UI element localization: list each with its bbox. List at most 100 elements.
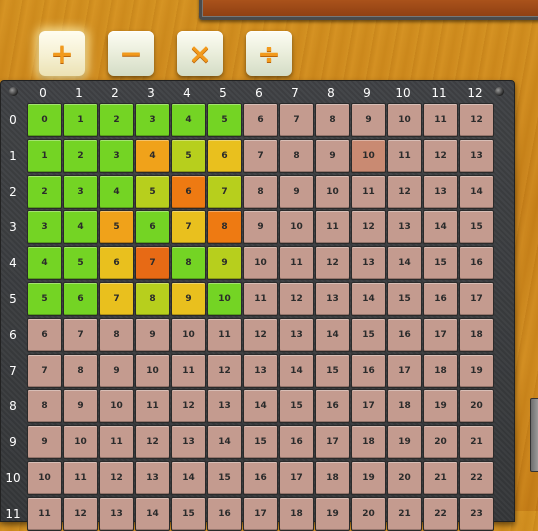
- sum-cell[interactable]: 2: [27, 174, 62, 209]
- sum-cell[interactable]: 18: [279, 496, 314, 531]
- sum-cell[interactable]: 11: [171, 353, 206, 388]
- sum-cell[interactable]: 7: [243, 138, 278, 173]
- subtract-operator-button[interactable]: −: [108, 31, 154, 76]
- sum-cell[interactable]: 6: [99, 246, 134, 281]
- sum-cell[interactable]: 14: [135, 496, 170, 531]
- sum-cell[interactable]: 10: [387, 103, 422, 137]
- sum-cell[interactable]: 17: [351, 389, 386, 424]
- sum-cell[interactable]: 13: [243, 353, 278, 388]
- sum-cell[interactable]: 20: [423, 425, 458, 460]
- sum-cell[interactable]: 5: [171, 138, 206, 173]
- sum-cell[interactable]: 13: [207, 389, 242, 424]
- sum-cell[interactable]: 9: [171, 282, 206, 316]
- sum-cell[interactable]: 14: [315, 317, 350, 352]
- sum-cell[interactable]: 7: [99, 282, 134, 316]
- sum-cell[interactable]: 16: [243, 461, 278, 495]
- sum-cell[interactable]: 18: [423, 353, 458, 388]
- sum-cell[interactable]: 10: [27, 461, 62, 495]
- sum-cell[interactable]: 17: [459, 282, 494, 316]
- sum-cell[interactable]: 3: [27, 210, 62, 245]
- sum-cell[interactable]: 13: [279, 317, 314, 352]
- sum-cell[interactable]: 10: [63, 425, 98, 460]
- sum-cell[interactable]: 13: [351, 246, 386, 281]
- sum-cell[interactable]: 1: [27, 138, 62, 173]
- sum-cell[interactable]: 12: [459, 103, 494, 137]
- sum-cell[interactable]: 7: [27, 353, 62, 388]
- sum-cell[interactable]: 15: [315, 353, 350, 388]
- sum-cell[interactable]: 11: [207, 317, 242, 352]
- sum-cell[interactable]: 13: [423, 174, 458, 209]
- sum-cell[interactable]: 13: [99, 496, 134, 531]
- sum-cell[interactable]: 11: [63, 461, 98, 495]
- sum-cell[interactable]: 15: [387, 282, 422, 316]
- divide-operator-button[interactable]: ÷: [246, 31, 292, 76]
- sum-cell[interactable]: 15: [459, 210, 494, 245]
- sum-cell[interactable]: 13: [135, 461, 170, 495]
- sum-cell[interactable]: 12: [243, 317, 278, 352]
- sum-cell[interactable]: 20: [351, 496, 386, 531]
- sum-cell[interactable]: 4: [135, 138, 170, 173]
- sum-cell[interactable]: 19: [423, 389, 458, 424]
- sum-cell[interactable]: 7: [63, 317, 98, 352]
- sum-cell[interactable]: 9: [27, 425, 62, 460]
- sum-cell[interactable]: 8: [243, 174, 278, 209]
- sum-cell[interactable]: 3: [63, 174, 98, 209]
- sum-cell[interactable]: 9: [207, 246, 242, 281]
- sum-cell[interactable]: 16: [351, 353, 386, 388]
- sum-cell[interactable]: 22: [423, 496, 458, 531]
- sum-cell[interactable]: 13: [387, 210, 422, 245]
- add-operator-button[interactable]: +: [39, 31, 85, 76]
- sum-cell[interactable]: 6: [135, 210, 170, 245]
- sum-cell[interactable]: 10: [351, 138, 386, 173]
- sum-cell[interactable]: 12: [99, 461, 134, 495]
- sum-cell[interactable]: 22: [459, 461, 494, 495]
- sum-cell[interactable]: 10: [135, 353, 170, 388]
- multiply-operator-button[interactable]: ×: [177, 31, 223, 76]
- sum-cell[interactable]: 12: [423, 138, 458, 173]
- sum-cell[interactable]: 12: [63, 496, 98, 531]
- sum-cell[interactable]: 12: [279, 282, 314, 316]
- sum-cell[interactable]: 2: [99, 103, 134, 137]
- sum-cell[interactable]: 11: [351, 174, 386, 209]
- sum-cell[interactable]: 15: [207, 461, 242, 495]
- sum-cell[interactable]: 21: [459, 425, 494, 460]
- sum-cell[interactable]: 2: [63, 138, 98, 173]
- sum-cell[interactable]: 14: [423, 210, 458, 245]
- sum-cell[interactable]: 21: [423, 461, 458, 495]
- sum-cell[interactable]: 14: [387, 246, 422, 281]
- sum-cell[interactable]: 11: [279, 246, 314, 281]
- sum-cell[interactable]: 5: [135, 174, 170, 209]
- sum-cell[interactable]: 9: [279, 174, 314, 209]
- sum-cell[interactable]: 12: [315, 246, 350, 281]
- sum-cell[interactable]: 17: [423, 317, 458, 352]
- sum-cell[interactable]: 10: [207, 282, 242, 316]
- sum-cell[interactable]: 19: [351, 461, 386, 495]
- sum-cell[interactable]: 17: [243, 496, 278, 531]
- sum-cell[interactable]: 16: [279, 425, 314, 460]
- sum-cell[interactable]: 11: [99, 425, 134, 460]
- sum-cell[interactable]: 17: [315, 425, 350, 460]
- sum-cell[interactable]: 8: [279, 138, 314, 173]
- sum-cell[interactable]: 8: [135, 282, 170, 316]
- sum-cell[interactable]: 8: [99, 317, 134, 352]
- sum-cell[interactable]: 23: [459, 496, 494, 531]
- sum-cell[interactable]: 21: [387, 496, 422, 531]
- sum-cell[interactable]: 4: [171, 103, 206, 137]
- sum-cell[interactable]: 8: [63, 353, 98, 388]
- sum-cell[interactable]: 6: [27, 317, 62, 352]
- sum-cell[interactable]: 9: [63, 389, 98, 424]
- sum-cell[interactable]: 12: [387, 174, 422, 209]
- sum-cell[interactable]: 12: [207, 353, 242, 388]
- sum-cell[interactable]: 6: [63, 282, 98, 316]
- sum-cell[interactable]: 4: [99, 174, 134, 209]
- sum-cell[interactable]: 0: [27, 103, 62, 137]
- sum-cell[interactable]: 6: [207, 138, 242, 173]
- sum-cell[interactable]: 14: [459, 174, 494, 209]
- sum-cell[interactable]: 6: [243, 103, 278, 137]
- sum-cell[interactable]: 7: [207, 174, 242, 209]
- sum-cell[interactable]: 10: [171, 317, 206, 352]
- sum-cell[interactable]: 17: [279, 461, 314, 495]
- sum-cell[interactable]: 14: [243, 389, 278, 424]
- sum-cell[interactable]: 11: [243, 282, 278, 316]
- sum-cell[interactable]: 15: [423, 246, 458, 281]
